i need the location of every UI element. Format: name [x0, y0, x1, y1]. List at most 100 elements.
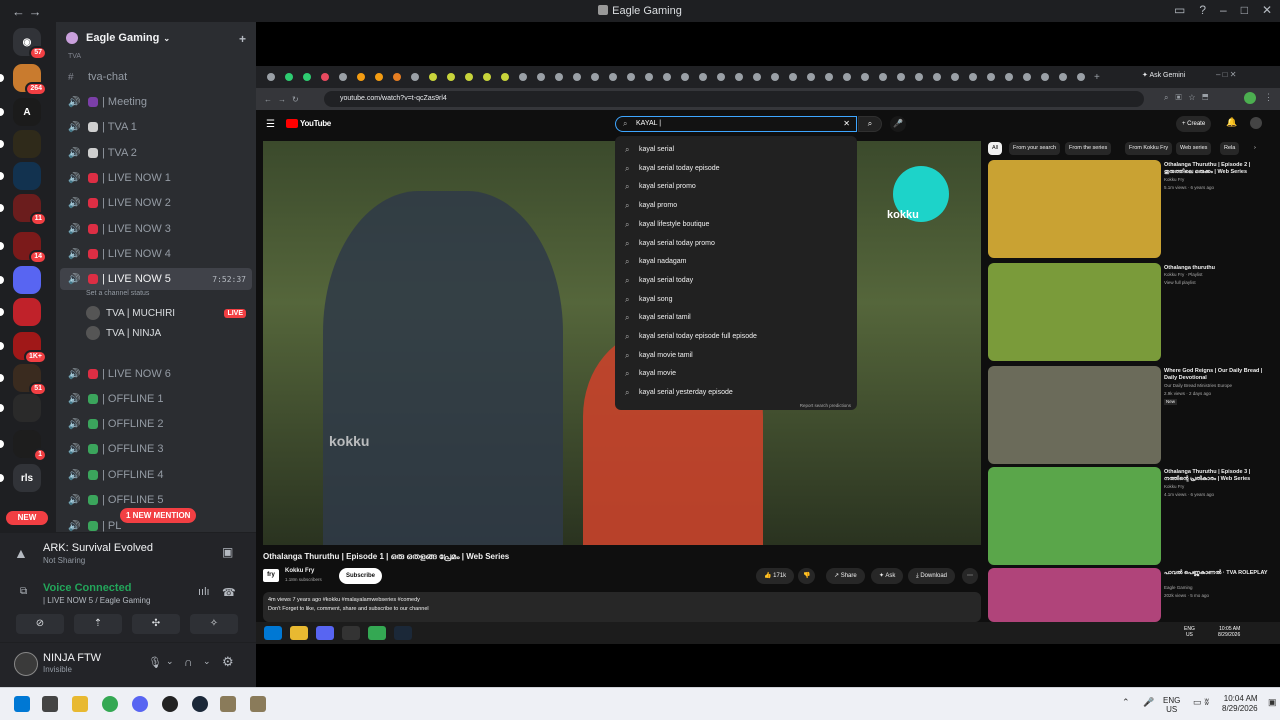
inner-clock[interactable]: 10:05 AM 8/29/2026 — [1218, 626, 1240, 638]
browser-tab[interactable] — [784, 70, 802, 84]
notification-center-icon[interactable]: ▣ — [1268, 697, 1277, 708]
browser-tab[interactable] — [658, 70, 676, 84]
account-avatar[interactable] — [1250, 117, 1262, 129]
browser-tab[interactable] — [910, 70, 928, 84]
browser-tab[interactable] — [550, 70, 568, 84]
browser-tab[interactable] — [1018, 70, 1036, 84]
filter-chip[interactable]: All — [988, 142, 1003, 155]
browser-tab[interactable] — [496, 70, 514, 84]
chip-scroll-right-icon[interactable]: › — [1250, 142, 1260, 155]
nav-arrows[interactable]: ← → — [12, 4, 52, 19]
headphones-chevron-icon[interactable]: ⌄ — [203, 656, 211, 667]
headphones-icon[interactable]: ∩ — [184, 655, 193, 669]
subscribe-button[interactable]: Subscribe — [339, 568, 383, 584]
browser-tab[interactable] — [1036, 70, 1054, 84]
clear-search-icon[interactable]: ✕ — [843, 117, 850, 131]
inner-app-icon[interactable] — [342, 626, 360, 640]
help-icon[interactable]: ? — [1199, 3, 1206, 17]
browser-tab[interactable] — [532, 70, 550, 84]
steam-icon[interactable] — [192, 696, 208, 712]
browser-tab[interactable] — [262, 70, 280, 84]
search-suggestion[interactable]: kayal serial — [615, 140, 857, 159]
search-suggestion[interactable]: kayal movie tamil — [615, 346, 857, 365]
search-suggestion[interactable]: kayal serial tamil — [615, 308, 857, 327]
hamburger-icon[interactable]: ☰ — [266, 119, 275, 130]
search-suggestion[interactable]: kayal serial today episode full episode — [615, 327, 857, 346]
server-icon-9[interactable]: 1K+ — [13, 332, 47, 364]
server-icon-10[interactable]: 51 — [13, 364, 47, 396]
filter-chip[interactable]: From Kokku Fry — [1125, 142, 1173, 155]
recommendation-channel[interactable]: Kokku Fry — [1164, 177, 1274, 183]
recommendation-channel[interactable]: Our Daily Bread Ministries Europe — [1164, 383, 1274, 389]
inner-steam-icon[interactable] — [394, 626, 412, 640]
search-suggestion[interactable]: kayal nadagam — [615, 252, 857, 271]
noise-suppression-icon[interactable]: ıılı — [198, 586, 210, 598]
browser-tab[interactable] — [388, 70, 406, 84]
set-channel-status-link[interactable]: Set a channel status — [86, 290, 149, 297]
new-tab-icon[interactable]: + — [1094, 72, 1100, 83]
browser-tab[interactable] — [820, 70, 838, 84]
tray-status-icons[interactable]: ▭ʬ — [1193, 697, 1212, 708]
channel-live-now-1[interactable]: 🔊 | LIVE NOW 1 — [60, 167, 252, 189]
recommendation-channel[interactable]: Kokku Fry — [1164, 484, 1274, 490]
window-controls[interactable]: – □ ✕ — [1216, 70, 1236, 79]
inner-discord-icon[interactable] — [316, 626, 334, 640]
ark-icon-2[interactable] — [250, 696, 266, 712]
server-icon-12[interactable]: 1 — [13, 430, 47, 462]
browser-tab[interactable] — [370, 70, 388, 84]
channel-tva-2[interactable]: 🔊 | TVA 2 — [60, 142, 252, 164]
browser-tab[interactable] — [694, 70, 712, 84]
like-button[interactable]: 👍 171k — [756, 568, 795, 584]
server-header[interactable]: Eagle Gaming ⌄ + — [56, 22, 256, 54]
channel-tva-1[interactable]: 🔊 | TVA 1 — [60, 116, 252, 138]
obs-icon[interactable] — [162, 696, 178, 712]
ark-icon[interactable] — [220, 696, 236, 712]
browser-tab[interactable] — [478, 70, 496, 84]
server-icon-8[interactable] — [13, 298, 41, 326]
search-suggestion[interactable]: kayal promo — [615, 196, 857, 215]
channel-tva-chat[interactable]: # tva-chat — [60, 66, 252, 88]
browser-tab[interactable] — [1072, 70, 1090, 84]
browser-tab[interactable] — [748, 70, 766, 84]
browser-tab[interactable] — [406, 70, 424, 84]
recommendation-title[interactable]: പാവൽ പെണ്ണുകാണൽ · TVA ROLEPLAY — [1164, 570, 1274, 577]
voice-connected-label[interactable]: Voice Connected — [43, 582, 131, 594]
microphone-icon[interactable]: 🎙 — [148, 656, 162, 669]
server-icon-2[interactable]: A — [13, 98, 41, 126]
soundboard-button[interactable]: ✧ — [190, 614, 238, 634]
voice-channel-label[interactable]: | LIVE NOW 5 / Eagle Gaming — [43, 596, 150, 605]
recommendation-thumbnail[interactable] — [988, 263, 1161, 361]
search-suggestion[interactable]: kayal serial today episode — [615, 159, 857, 178]
channel-live-now-5[interactable]: 🔊 | LIVE NOW 5 7:52:37 — [60, 268, 252, 290]
create-button[interactable]: + Create — [1176, 116, 1212, 132]
recommendation-channel[interactable]: Kokku Fry · Playlist — [1164, 272, 1274, 278]
clock[interactable]: 10:04 AM 8/29/2026 — [1222, 694, 1258, 714]
settings-gear-icon[interactable]: ⚙ — [222, 654, 234, 670]
browser-tab[interactable] — [460, 70, 478, 84]
browser-tab[interactable] — [946, 70, 964, 84]
inner-explorer-icon[interactable] — [290, 626, 308, 640]
browser-tab[interactable] — [316, 70, 334, 84]
browser-tab[interactable] — [280, 70, 298, 84]
report-predictions-link[interactable]: Report search predictions — [800, 403, 851, 408]
browser-tab[interactable] — [712, 70, 730, 84]
recommendation-channel[interactable]: Eagle Gaming — [1164, 585, 1274, 591]
search-suggestion[interactable]: kayal serial promo — [615, 177, 857, 196]
server-icon-11[interactable] — [13, 394, 41, 422]
filter-chip[interactable]: Rela — [1220, 142, 1240, 155]
browser-tab[interactable] — [874, 70, 892, 84]
channel-live-now-2[interactable]: 🔊 | LIVE NOW 2 — [60, 192, 252, 214]
download-button[interactable]: ⤓ Download — [908, 568, 956, 584]
minimize-button[interactable]: – — [1220, 3, 1227, 17]
invite-icon[interactable]: + — [239, 32, 246, 46]
inner-lang[interactable]: ENG US — [1184, 626, 1195, 638]
search-suggestion[interactable]: kayal lifestyle boutique — [615, 215, 857, 234]
browser-tab[interactable] — [1054, 70, 1072, 84]
recommendation-title[interactable]: Othalanga Thuruthu | Episode 2 | തുരുത്ത… — [1164, 162, 1274, 176]
tray-mic-icon[interactable]: 🎤 — [1143, 697, 1154, 708]
browser-tab[interactable] — [802, 70, 820, 84]
browser-tab[interactable] — [892, 70, 910, 84]
browser-tab[interactable] — [838, 70, 856, 84]
browser-tab[interactable] — [352, 70, 370, 84]
browser-tab[interactable] — [730, 70, 748, 84]
